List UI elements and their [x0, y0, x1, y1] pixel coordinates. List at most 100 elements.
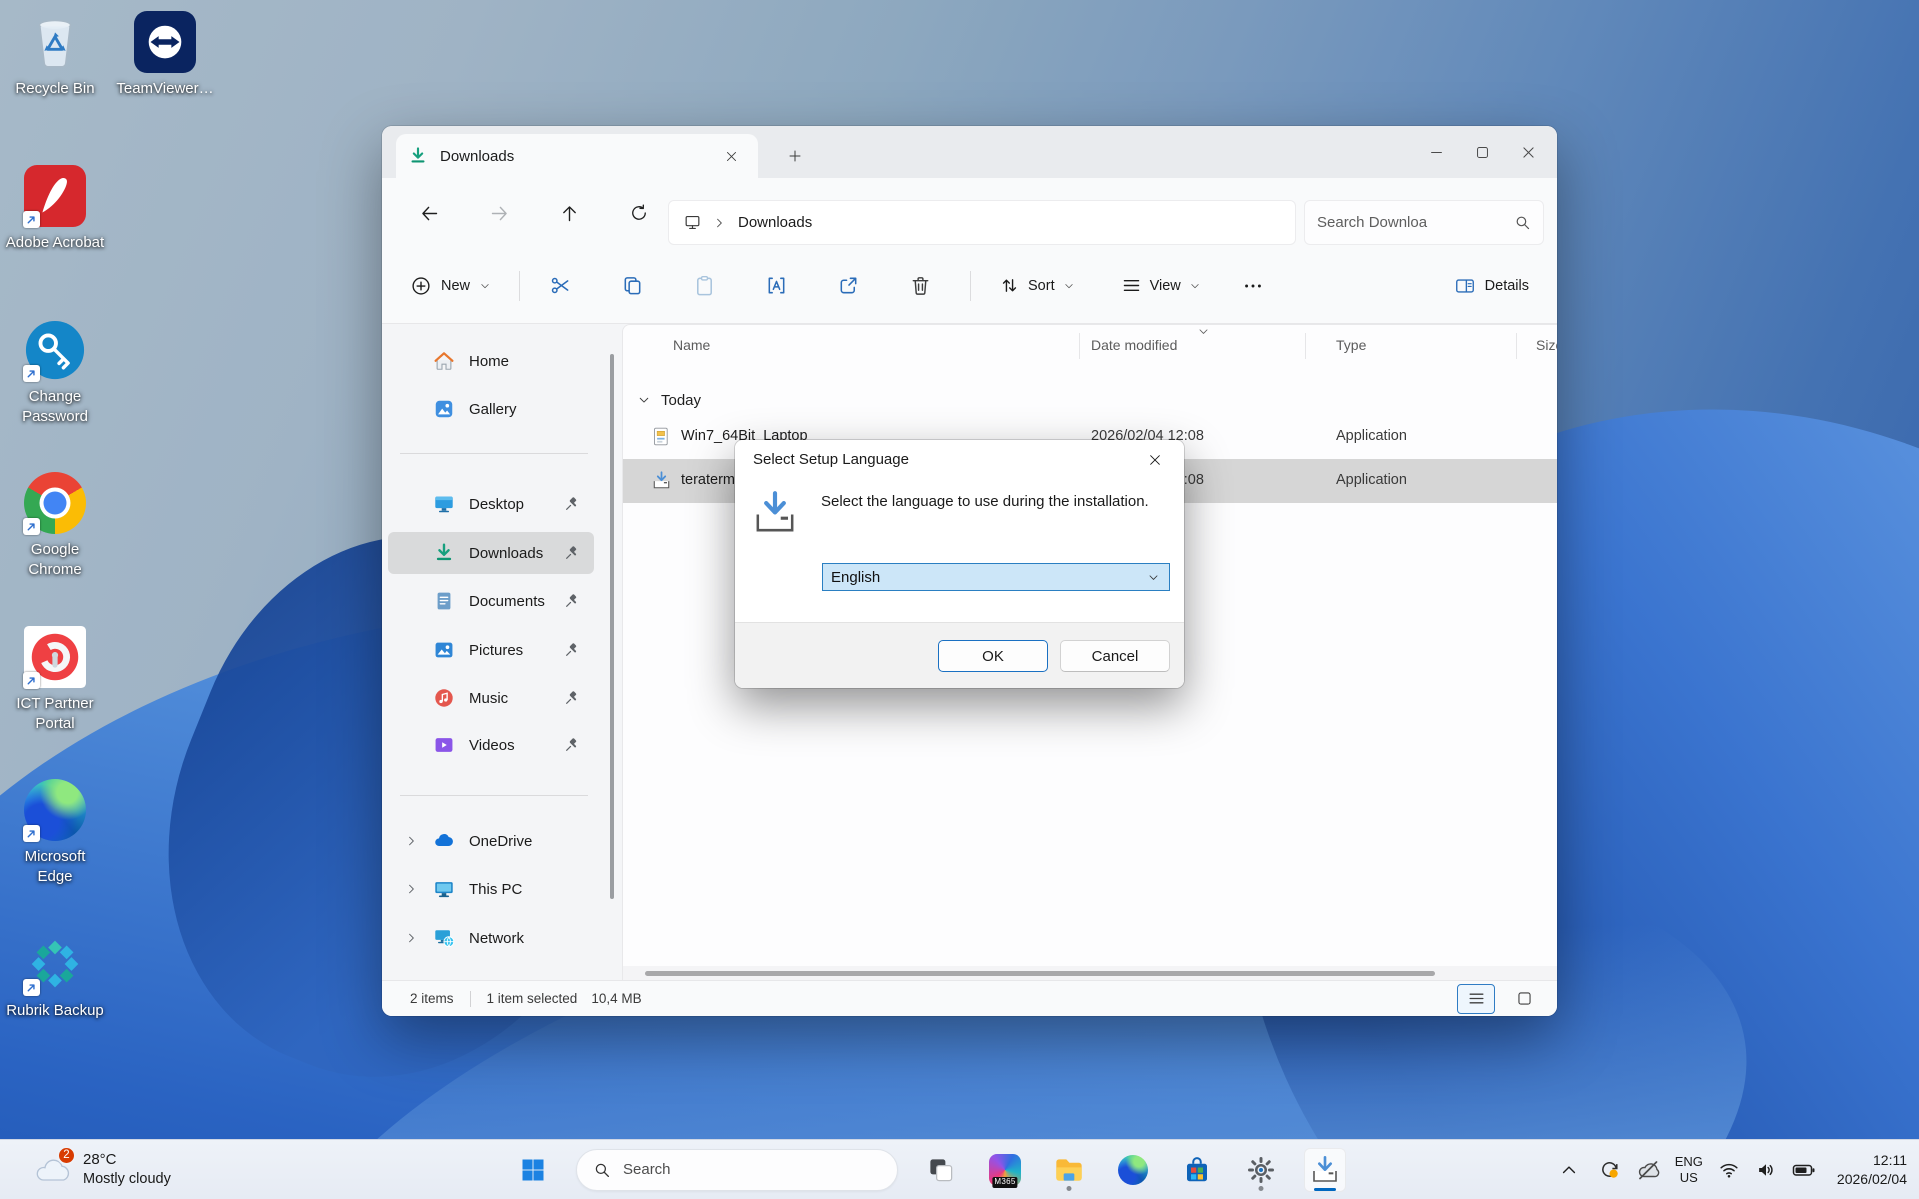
cloud-offline-icon[interactable]: [1636, 1158, 1660, 1182]
language-indicator[interactable]: ENG US: [1675, 1154, 1703, 1185]
details-view-toggle[interactable]: [1457, 983, 1495, 1014]
sidebar-item-network[interactable]: Network: [388, 917, 594, 959]
column-divider[interactable]: [1516, 333, 1517, 359]
speaker-icon[interactable]: [1755, 1159, 1777, 1181]
group-header-today[interactable]: Today: [623, 385, 701, 415]
sidebar-item-pictures[interactable]: Pictures: [388, 629, 594, 671]
new-button[interactable]: New: [398, 267, 503, 305]
sidebar-item-this-pc[interactable]: This PC: [388, 868, 594, 910]
column-header-type[interactable]: Type: [1336, 337, 1366, 353]
task-view-button[interactable]: [920, 1148, 962, 1192]
copilot-m365-button[interactable]: M365: [984, 1148, 1026, 1192]
sidebar-item-home[interactable]: Home: [388, 340, 594, 382]
more-options-button[interactable]: [1233, 268, 1273, 304]
horizontal-scrollbar[interactable]: [623, 966, 1557, 980]
this-pc-icon: [683, 213, 702, 232]
copy-button[interactable]: [610, 266, 654, 306]
copilot-icon: M365: [989, 1153, 1021, 1188]
taskbar: 2 28°C Mostly cloudy Search M365 ENG US …: [0, 1139, 1919, 1199]
rename-icon: [765, 274, 788, 297]
share-button[interactable]: [826, 266, 870, 306]
desktop-icon-recycle-bin[interactable]: Recycle Bin: [5, 10, 105, 99]
breadcrumb[interactable]: Downloads: [738, 214, 812, 231]
onedrive-sync-icon[interactable]: [1598, 1158, 1621, 1181]
details-button[interactable]: Details: [1442, 267, 1541, 305]
up-button[interactable]: [552, 196, 586, 230]
chevron-right-icon: [712, 216, 726, 230]
file-explorer-button[interactable]: [1048, 1148, 1090, 1192]
cancel-button[interactable]: Cancel: [1060, 640, 1170, 672]
language-value: English: [831, 568, 881, 586]
cut-button[interactable]: [538, 266, 582, 306]
edge-icon: [1118, 1154, 1148, 1185]
details-view-icon: [1467, 989, 1486, 1008]
sidebar-item-onedrive[interactable]: OneDrive: [388, 820, 594, 862]
view-button[interactable]: View: [1111, 267, 1211, 304]
column-divider[interactable]: [1079, 333, 1080, 359]
clock[interactable]: 12:11 2026/02/04: [1837, 1151, 1907, 1189]
search-input[interactable]: [1317, 214, 1514, 231]
desktop-icon-google-chrome[interactable]: Google Chrome: [5, 471, 105, 581]
close-button[interactable]: [1505, 126, 1551, 178]
column-divider[interactable]: [1305, 333, 1306, 359]
refresh-button[interactable]: [622, 196, 656, 230]
desktop-icon-label: Microsoft Edge: [24, 848, 86, 886]
network-icon: [433, 927, 455, 949]
new-tab-button[interactable]: [778, 140, 812, 172]
tab-close-icon[interactable]: [716, 141, 746, 171]
chevron-right-icon[interactable]: [404, 931, 418, 945]
explorer-search-box[interactable]: [1304, 200, 1544, 245]
back-button[interactable]: [412, 196, 446, 230]
battery-icon[interactable]: [1792, 1158, 1816, 1182]
sidebar-item-music[interactable]: Music: [388, 677, 594, 719]
large-icons-view-toggle[interactable]: [1505, 984, 1543, 1014]
forward-button[interactable]: [482, 196, 516, 230]
rename-button[interactable]: [754, 266, 798, 306]
desktop-icon-teamviewer[interactable]: TeamViewer…: [115, 10, 215, 99]
sort-button[interactable]: Sort: [989, 267, 1085, 304]
sidebar-item-gallery[interactable]: Gallery: [388, 388, 594, 430]
tab-downloads[interactable]: Downloads: [396, 134, 758, 178]
start-button[interactable]: [512, 1148, 554, 1192]
desktop-icon-rubrik-backup[interactable]: Rubrik Backup: [5, 932, 105, 1021]
column-header-size[interactable]: Size: [1536, 337, 1557, 353]
wifi-icon[interactable]: [1718, 1159, 1740, 1181]
paste-button[interactable]: [682, 266, 726, 306]
ok-button[interactable]: OK: [938, 640, 1048, 672]
toolbar-divider: [970, 270, 972, 301]
settings-button[interactable]: [1240, 1148, 1282, 1192]
sidebar-scrollbar[interactable]: [610, 354, 614, 899]
desktop-icon-ict-partner-portal[interactable]: ICT Partner Portal: [5, 625, 105, 735]
scrollbar-thumb[interactable]: [645, 971, 1435, 976]
minimize-button[interactable]: [1413, 126, 1459, 178]
edge-button[interactable]: [1112, 1148, 1154, 1192]
sidebar-item-downloads[interactable]: Downloads: [388, 532, 594, 574]
chevron-right-icon[interactable]: [404, 834, 418, 848]
language-dropdown[interactable]: English: [822, 563, 1170, 591]
column-header-name[interactable]: Name: [673, 337, 710, 353]
sidebar-item-label: Network: [469, 929, 525, 947]
desktop-icon-label: ICT Partner Portal: [16, 695, 94, 733]
desktop-icon-change-password[interactable]: Change Password: [5, 318, 105, 428]
tray-chevron-up-icon[interactable]: [1559, 1160, 1579, 1180]
delete-button[interactable]: [898, 266, 942, 306]
share-icon: [837, 274, 860, 297]
maximize-button[interactable]: [1459, 126, 1505, 178]
setup-installer-button[interactable]: [1304, 1147, 1346, 1192]
sidebar-item-desktop[interactable]: Desktop: [388, 483, 594, 525]
sidebar-item-videos[interactable]: Videos: [388, 724, 594, 766]
column-header-date[interactable]: Date modified: [1091, 337, 1177, 353]
sidebar-item-documents[interactable]: Documents: [388, 580, 594, 622]
chevron-down-icon[interactable]: [637, 393, 651, 407]
file-type: Application: [1336, 428, 1407, 444]
dialog-close-button[interactable]: [1136, 445, 1174, 474]
desktop-icon-microsoft-edge[interactable]: Microsoft Edge: [5, 778, 105, 888]
weather-widget[interactable]: 2 28°C Mostly cloudy: [24, 1140, 179, 1199]
teamviewer-icon: [134, 11, 196, 73]
desktop-icon-adobe-acrobat[interactable]: Adobe Acrobat: [5, 164, 105, 253]
address-bar[interactable]: Downloads: [668, 200, 1296, 245]
store-button[interactable]: [1176, 1148, 1218, 1192]
taskbar-search[interactable]: Search: [576, 1148, 898, 1191]
chevron-right-icon[interactable]: [404, 882, 418, 896]
view-toggles: [1457, 983, 1543, 1014]
